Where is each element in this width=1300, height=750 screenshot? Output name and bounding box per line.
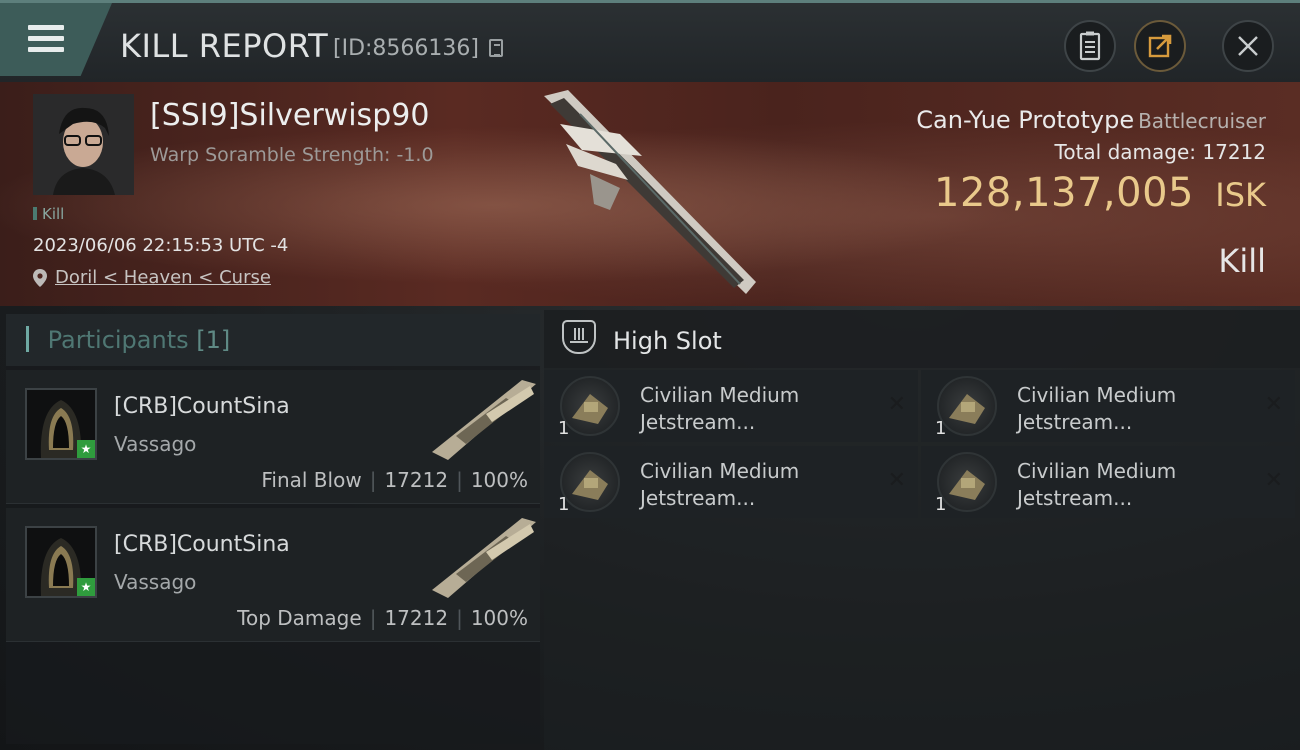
stat-divider: | — [456, 468, 463, 492]
ship-type: Can-Yue Prototype — [916, 106, 1135, 134]
destroyed-x-icon: ✕ — [887, 392, 906, 417]
module-name-line2: Jetstream... — [1017, 410, 1133, 434]
module-name-line1: Civilian Medium — [640, 383, 800, 407]
warp-scramble-strength: Warp Soramble Strength: -1.0 — [150, 144, 434, 166]
victim-banner: [SSI9]Silverwisp90 Warp Soramble Strengt… — [0, 82, 1300, 306]
module-name-line2: Jetstream... — [640, 410, 756, 434]
top-bar: KILL REPORT [ID:8566136] — [0, 0, 1300, 82]
participant-stats: Top Damage | 17212 | 100% — [237, 606, 528, 630]
share-button[interactable] — [1134, 20, 1186, 72]
total-damage-label: Total damage: — [1054, 140, 1197, 164]
clipboard-button[interactable] — [1064, 20, 1116, 72]
participant-ship-image — [432, 380, 536, 460]
participant-ship-image — [432, 518, 536, 598]
share-icon — [1148, 34, 1172, 58]
copy-icon[interactable] — [489, 39, 503, 57]
total-damage: Total damage: 17212 — [1055, 140, 1266, 164]
stat-divider: | — [456, 606, 463, 630]
ship-name: Can-Yue Prototype Battlecruiser — [916, 106, 1266, 134]
high-slot-header: High Slot — [544, 310, 1300, 368]
module-item[interactable]: 1 Civilian Medium Jetstream... ✕ — [921, 370, 1295, 442]
module-quantity: 1 — [558, 418, 570, 439]
total-damage-value: 17212 — [1202, 140, 1266, 164]
report-id: [ID:8566136] — [333, 36, 479, 61]
destroyed-x-icon: ✕ — [1264, 392, 1283, 417]
stat-divider: | — [369, 468, 377, 492]
pilot-ship: Vassago — [114, 432, 197, 456]
module-name-line1: Civilian Medium — [1017, 459, 1177, 483]
module-name-line2: Jetstream... — [640, 486, 756, 510]
star-icon: ★ — [77, 440, 95, 458]
module-name: Civilian Medium Jetstream... — [640, 382, 799, 436]
pilot-avatar[interactable]: ★ — [25, 388, 97, 460]
page-title: KILL REPORT — [120, 27, 329, 65]
close-button[interactable] — [1222, 20, 1274, 72]
module-quantity: 1 — [558, 494, 570, 515]
menu-button[interactable] — [0, 3, 112, 76]
participant-percent: 100% — [470, 468, 528, 492]
star-icon: ★ — [77, 578, 95, 596]
module-name: Civilian Medium Jetstream... — [1017, 458, 1176, 512]
destroyed-x-icon: ✕ — [887, 468, 906, 493]
module-name-line1: Civilian Medium — [640, 459, 800, 483]
stat-divider: | — [369, 606, 377, 630]
pilot-name[interactable]: [CRB]CountSina — [114, 394, 290, 419]
module-item[interactable]: 1 Civilian Medium Jetstream... ✕ — [544, 446, 918, 518]
kill-result: Kill — [1218, 242, 1266, 280]
participants-panel: Participants [1] ★ [CRB]CountSina Vassag… — [6, 314, 540, 744]
ship-class: Battlecruiser — [1138, 109, 1266, 133]
participant-row[interactable]: ★ [CRB]CountSina Vassago Final Blow | 1721… — [6, 370, 540, 504]
participant-damage: 17212 — [384, 468, 449, 492]
participants-label: Participants — [47, 326, 189, 354]
participant-damage: 17212 — [384, 606, 449, 630]
victim-name: [SSI9]Silverwisp90 — [150, 98, 430, 133]
kill-timestamp: 2023/06/06 22:15:53 UTC -4 — [33, 235, 289, 256]
participant-role: Top Damage — [237, 606, 362, 630]
pilot-avatar[interactable]: ★ — [25, 526, 97, 598]
location-link[interactable]: Doril < Heaven < Curse — [33, 267, 271, 288]
participant-percent: 100% — [470, 606, 528, 630]
kill-tag: Kill — [33, 205, 64, 223]
pilot-name[interactable]: [CRB]CountSina — [114, 532, 290, 557]
isk-value: 128,137,005 — [934, 170, 1194, 216]
module-name: Civilian Medium Jetstream... — [1017, 382, 1176, 436]
high-slot-icon — [562, 320, 596, 354]
high-slot-title: High Slot — [613, 327, 722, 355]
victim-avatar[interactable] — [33, 94, 134, 195]
module-item[interactable]: 1 Civilian Medium Jetstream... ✕ — [921, 446, 1295, 518]
participant-row[interactable]: ★ [CRB]CountSina Vassago Top Damage | 1721… — [6, 508, 540, 642]
location-pin-icon — [33, 269, 47, 287]
module-name-line1: Civilian Medium — [1017, 383, 1177, 407]
location-text: Doril < Heaven < Curse — [55, 267, 271, 288]
fitting-panel: High Slot 1 Civilian Medium Jetstream... … — [544, 310, 1300, 750]
module-name-line2: Jetstream... — [1017, 486, 1133, 510]
close-icon — [1238, 36, 1258, 56]
module-quantity: 1 — [935, 418, 947, 439]
module-item[interactable]: 1 Civilian Medium Jetstream... ✕ — [544, 370, 918, 442]
participants-count: [1] — [196, 326, 231, 354]
participant-stats: Final Blow | 17212 | 100% — [261, 468, 528, 492]
module-name: Civilian Medium Jetstream... — [640, 458, 799, 512]
isk-label: ISK — [1215, 176, 1266, 214]
participants-header[interactable]: Participants [1] — [6, 314, 540, 366]
module-quantity: 1 — [935, 494, 947, 515]
clipboard-icon — [1079, 31, 1101, 61]
menu-icon — [28, 25, 64, 58]
pilot-ship: Vassago — [114, 570, 197, 594]
victim-ship-image — [544, 90, 756, 294]
participant-role: Final Blow — [261, 468, 362, 492]
destroyed-x-icon: ✕ — [1264, 468, 1283, 493]
